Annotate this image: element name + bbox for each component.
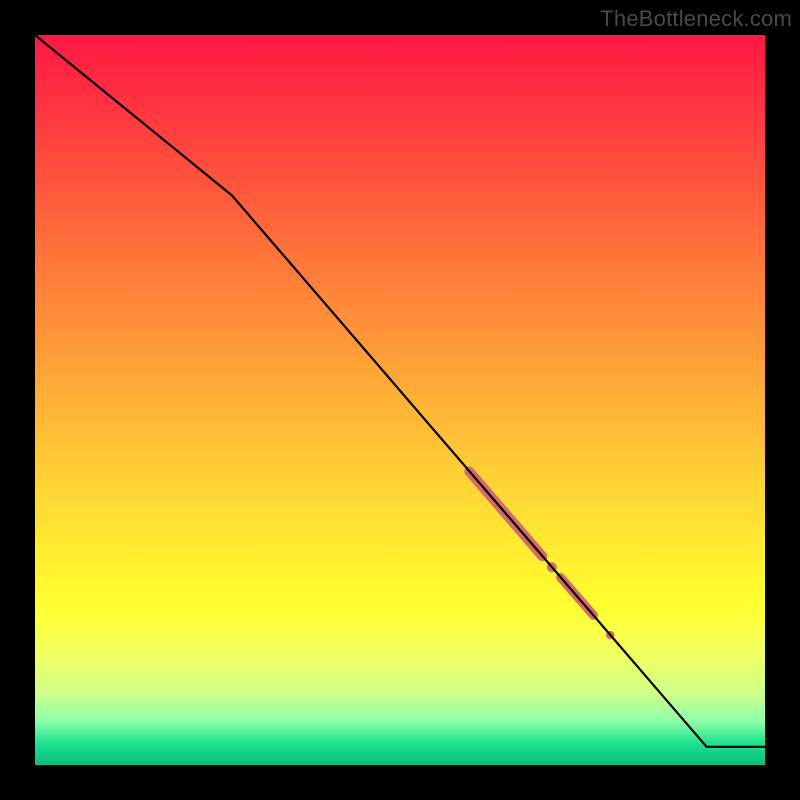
curve-line [35, 35, 765, 747]
chart-overlay [35, 35, 765, 765]
chart-frame: TheBottleneck.com [0, 0, 800, 800]
watermark-text: TheBottleneck.com [600, 6, 792, 32]
